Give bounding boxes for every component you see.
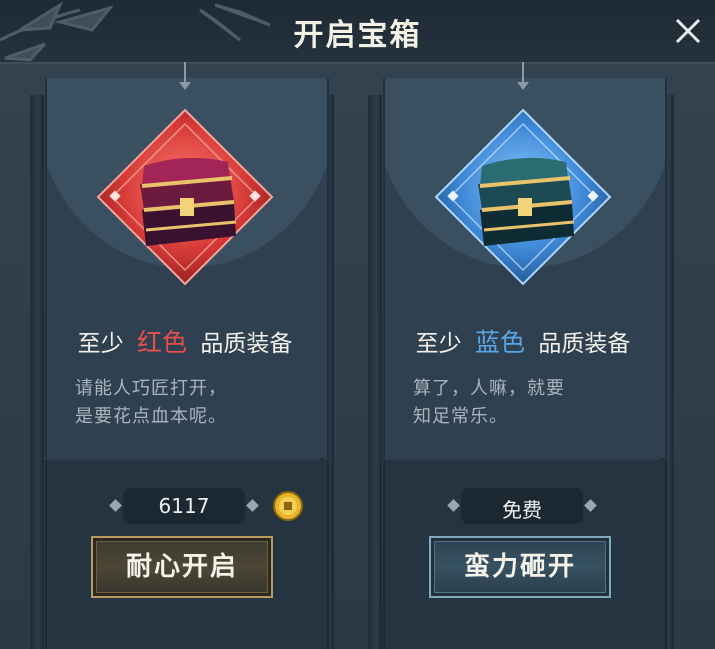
quality-suffix: 品质装备 xyxy=(200,331,293,357)
flavor-text: 算了，人嘛，就要 知足常乐。 xyxy=(413,375,633,431)
quality-color-blue: 蓝色 xyxy=(474,328,525,357)
hanging-hook-icon xyxy=(179,62,191,90)
close-icon[interactable] xyxy=(669,12,707,50)
quality-prefix: 至少 xyxy=(77,331,124,357)
flavor-line-1: 算了，人嘛，就要 xyxy=(413,378,565,399)
open-patiently-button[interactable]: 耐心开启 xyxy=(91,536,273,598)
dialog-title: 开启宝箱 xyxy=(293,18,422,53)
quality-prefix: 至少 xyxy=(415,331,462,357)
flavor-line-1: 请能人巧匠打开， xyxy=(75,378,227,399)
price-value: 6117 xyxy=(158,494,210,518)
flavor-line-2: 知足常乐。 xyxy=(413,406,508,427)
quality-suffix: 品质装备 xyxy=(538,331,631,357)
quality-color-red: 红色 xyxy=(136,328,187,357)
flavor-text: 请能人巧匠打开， 是要花点血本呢。 xyxy=(75,375,295,431)
price-pill: 6117 xyxy=(109,488,259,524)
pillar-left xyxy=(30,95,44,649)
flavor-line-2: 是要花点血本呢。 xyxy=(75,406,227,427)
quality-requirement: 至少 红色 品质装备 xyxy=(45,323,325,359)
hanging-hook-icon xyxy=(517,62,529,90)
gold-coin-icon xyxy=(273,491,303,521)
smash-open-button[interactable]: 蛮力砸开 xyxy=(429,536,611,598)
chest-option-blue: 至少 蓝色 品质装备 算了，人嘛，就要 知足常乐。 免费 蛮力砸开 xyxy=(383,62,667,649)
red-treasure-chest-icon xyxy=(96,108,274,286)
price-value: 免费 xyxy=(502,498,542,522)
quality-requirement: 至少 蓝色 品质装备 xyxy=(383,323,663,359)
pillar-mid-right xyxy=(368,95,382,649)
title-bar: 开启宝箱 xyxy=(0,0,715,64)
chest-option-red: 至少 红色 品质装备 请能人巧匠打开， 是要花点血本呢。 6117 耐心开启 xyxy=(45,62,329,649)
price-pill: 免费 xyxy=(447,488,597,524)
blue-treasure-chest-icon xyxy=(434,108,612,286)
